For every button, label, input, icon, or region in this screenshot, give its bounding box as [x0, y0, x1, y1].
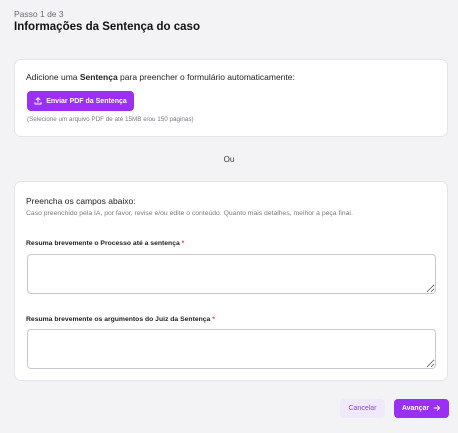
judge-arguments-field[interactable]	[27, 329, 436, 369]
arrow-right-icon	[433, 404, 441, 414]
judge-arguments-label-text: Resuma brevemente os argumentos do Juiz …	[26, 316, 211, 323]
upload-intro: Adicione uma Sentença para preencher o f…	[26, 72, 295, 82]
upload-intro-bold: Sentença	[79, 72, 118, 82]
upload-icon	[34, 97, 42, 105]
upload-card: Adicione uma Sentença para preencher o f…	[14, 59, 448, 137]
upload-intro-suffix: para preencher o formulário automaticame…	[117, 72, 295, 82]
required-mark: *	[212, 316, 215, 323]
manual-title: Preencha os campos abaixo:	[26, 196, 136, 206]
judge-arguments-label: Resuma brevemente os argumentos do Juiz …	[26, 316, 215, 323]
page-title: Informações da Sentença do caso	[14, 21, 200, 33]
required-mark: *	[181, 240, 185, 247]
upload-pdf-button[interactable]: Enviar PDF da Sentença	[27, 91, 134, 111]
manual-subtitle: Caso preenchido pela IA, por favor, revi…	[26, 210, 353, 217]
upload-hint: (Selecione um arquivo PDF de até 15MB e/…	[27, 116, 194, 123]
cancel-button[interactable]: Cancelar	[340, 399, 385, 418]
step-indicator: Passo 1 de 3	[14, 9, 64, 19]
next-button[interactable]: Avançar	[394, 399, 449, 418]
next-label: Avançar	[401, 405, 430, 412]
upload-pdf-label: Enviar PDF da Sentença	[46, 97, 127, 105]
cancel-label: Cancelar	[348, 405, 377, 412]
separator-or: Ou	[223, 155, 235, 164]
manual-card: Preencha os campos abaixo: Caso preenchi…	[14, 181, 448, 381]
process-summary-field[interactable]	[27, 254, 436, 294]
process-summary-label-text: Resuma brevemente o Processo até a sente…	[26, 240, 180, 247]
upload-intro-prefix: Adicione uma	[26, 72, 80, 82]
process-summary-label: Resuma brevemente o Processo até a sente…	[26, 240, 184, 247]
